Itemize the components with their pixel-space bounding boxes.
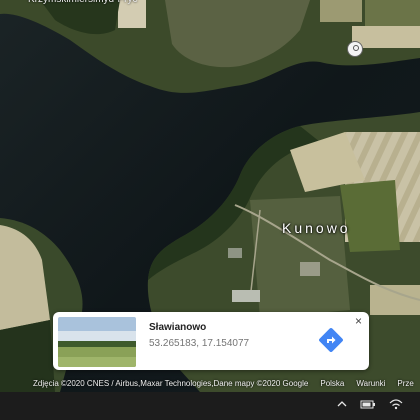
north-field-3 [365,0,420,26]
close-icon[interactable]: × [355,314,362,328]
imagery-attribution: Zdjęcia ©2020 CNES / Airbus,Maxar Techno… [33,378,309,388]
place-coordinates: 53.265183, 17.154077 [149,338,250,349]
farm-building-2 [232,290,260,302]
map-attribution-bar: Zdjęcia ©2020 CNES / Airbus,Maxar Techno… [0,376,420,390]
taskbar [0,392,420,420]
battery-icon[interactable] [360,398,376,410]
place-card[interactable]: Sławianowo 53.265183, 17.154077 × [53,312,369,370]
privacy-link[interactable]: Prze [397,379,413,388]
place-label-kunowo: Kunowo [282,220,351,236]
place-name: Sławianowo [149,322,207,333]
farm-building-1 [228,248,242,258]
farm-building-3 [300,262,320,276]
location-pin-icon[interactable] [347,41,363,57]
place-photo[interactable] [58,317,136,367]
north-field-2 [320,0,362,22]
terms-link[interactable]: Warunki [356,379,385,388]
kunowo-village [250,196,350,318]
directions-icon[interactable] [319,328,343,352]
wifi-icon[interactable] [388,398,404,410]
field-south-east [370,285,420,315]
map-top-label: Krzymskimiersimyd-Pryc [28,0,137,5]
country-link[interactable]: Polska [320,379,344,388]
field-green-east [340,180,400,252]
chevron-up-icon[interactable] [336,398,348,410]
